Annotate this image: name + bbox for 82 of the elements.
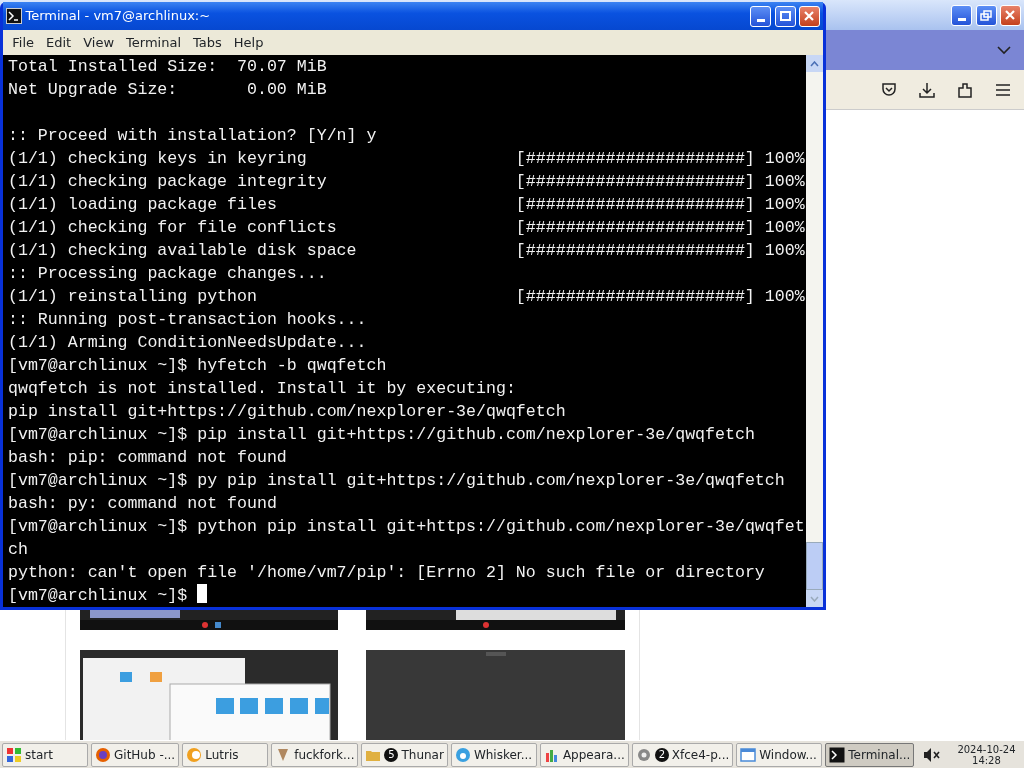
terminal-line: Total Installed Size: 70.07 MiB xyxy=(8,57,327,76)
text-cursor xyxy=(197,584,208,603)
minimize-button[interactable] xyxy=(951,4,973,26)
terminal-line: :: Processing package changes... xyxy=(8,264,327,283)
terminal-line: pip install git+https://github.com/nexplorer-3e/qwqfetch xyxy=(8,402,566,421)
minimize-icon xyxy=(957,18,966,21)
start-button[interactable]: start xyxy=(2,742,88,767)
hash-marks: [######################] xyxy=(515,172,755,191)
terminal-line: :: Running post-transaction hooks... xyxy=(8,310,367,329)
terminal-line: bash: py: command not found xyxy=(8,494,277,513)
terminal-line: [vm7@archlinux ~]$ pip install git+https://github.com/nexplorer-3e/qwqfetch xyxy=(8,425,755,444)
close-icon xyxy=(1005,10,1016,20)
terminal-icon xyxy=(6,8,23,24)
progress-percent: 100% xyxy=(763,195,805,214)
minimize-icon xyxy=(756,19,765,22)
chevron-down-icon[interactable] xyxy=(997,45,1011,55)
progress-percent: 100% xyxy=(763,241,805,260)
hash-marks: [######################] xyxy=(515,241,755,260)
terminal-line: qwqfetch is not installed. Install it by executing: xyxy=(8,379,516,398)
taskbar-button[interactable]: 5 Thunar xyxy=(361,742,448,767)
arrow-up-icon[interactable] xyxy=(810,60,819,67)
window-title: Terminal - vm7@archlinux:~ xyxy=(25,7,212,26)
taskbar-button[interactable]: GitHub -... xyxy=(91,742,180,767)
terminal-line: (1/1) loading package files xyxy=(8,194,278,216)
taskbar-button[interactable]: fuckfork... xyxy=(271,742,359,767)
extensions-icon[interactable] xyxy=(957,81,973,98)
prompt: [vm7@archlinux ~]$ xyxy=(8,586,189,605)
menu-item[interactable]: Tabs xyxy=(187,32,228,53)
maximize-icon xyxy=(779,11,791,21)
windows-logo-icon xyxy=(6,746,22,763)
window-count: 2 xyxy=(654,747,669,762)
terminal-line: ch xyxy=(8,540,28,559)
restore-button[interactable] xyxy=(975,4,997,26)
window-count: 5 xyxy=(384,747,399,762)
terminal-line: python: can't open file '/home/vm7/pip': [Errno 2] No such file or directory xyxy=(8,563,765,582)
terminal-line: (1/1) checking package integrity xyxy=(8,171,328,193)
progress-percent: 100% xyxy=(763,149,805,168)
time-text: 14:28 xyxy=(971,754,1002,766)
menu-item[interactable]: File xyxy=(6,32,40,53)
terminal-line: (1/1) Arming ConditionNeedsUpdate... xyxy=(8,333,367,352)
menu-item[interactable]: Edit xyxy=(40,32,78,53)
volume-muted-icon[interactable] xyxy=(923,746,942,763)
progress-percent: 100% xyxy=(763,218,805,237)
terminal-line: :: Proceed with installation? [Y/n] y xyxy=(8,126,377,145)
window-icon xyxy=(740,746,757,763)
taskbar-button[interactable]: Lutris xyxy=(182,742,269,767)
hash-marks: [######################] xyxy=(515,149,755,168)
hash-marks: [######################] xyxy=(515,218,755,237)
terminal-line: (1/1) checking keys in keyring xyxy=(8,148,308,170)
close-icon xyxy=(804,11,815,21)
minimize-button[interactable] xyxy=(750,5,772,27)
terminal-line: Net Upgrade Size: 0.00 MiB xyxy=(8,80,327,99)
date-text: 2024-10-24 xyxy=(957,743,1016,755)
taskbar-button[interactable]: Window... xyxy=(736,742,823,767)
taskbar-button[interactable]: 2 Xfce4-p... xyxy=(631,742,734,767)
hash-marks: [######################] xyxy=(515,287,755,306)
progress-percent: 100% xyxy=(763,172,805,191)
terminal-line: bash: pip: command not found xyxy=(8,448,287,467)
hash-marks: [######################] xyxy=(515,195,755,214)
taskbar-button[interactable]: Appeara... xyxy=(539,742,629,767)
terminal-line: (1/1) checking available disk space xyxy=(8,240,358,262)
download-icon[interactable] xyxy=(919,81,935,98)
menu-item[interactable]: Terminal xyxy=(120,32,187,53)
pocket-icon[interactable] xyxy=(881,81,897,98)
terminal-line: [vm7@archlinux ~]$ hyfetch -b qwqfetch xyxy=(8,356,387,375)
taskbar-button[interactable]: Terminal... xyxy=(825,742,915,767)
terminal-line: (1/1) reinstalling python xyxy=(8,286,258,308)
close-button[interactable] xyxy=(798,5,820,27)
progress-percent: 100% xyxy=(763,287,805,306)
close-button[interactable] xyxy=(999,4,1021,26)
scrollbar[interactable] xyxy=(806,55,823,607)
terminal-line: [vm7@archlinux ~]$ py pip install git+https://github.com/nexplorer-3e/qwqfetch xyxy=(8,471,785,490)
terminal-line: [vm7@archlinux ~]$ python pip install git+https://github.com/nexplorer-3e/qwqfet xyxy=(8,517,805,536)
menu-icon[interactable] xyxy=(995,82,1011,97)
terminal-icon xyxy=(829,746,846,763)
scroll-thumb[interactable] xyxy=(806,542,823,590)
taskbar-button[interactable]: Whisker... xyxy=(450,742,537,767)
maximize-button[interactable] xyxy=(774,5,796,27)
terminal-line: (1/1) checking for file conflicts xyxy=(8,217,338,239)
menu-item[interactable]: Help xyxy=(227,32,270,53)
menu-item[interactable]: View xyxy=(77,32,121,53)
restore-icon xyxy=(980,9,992,21)
